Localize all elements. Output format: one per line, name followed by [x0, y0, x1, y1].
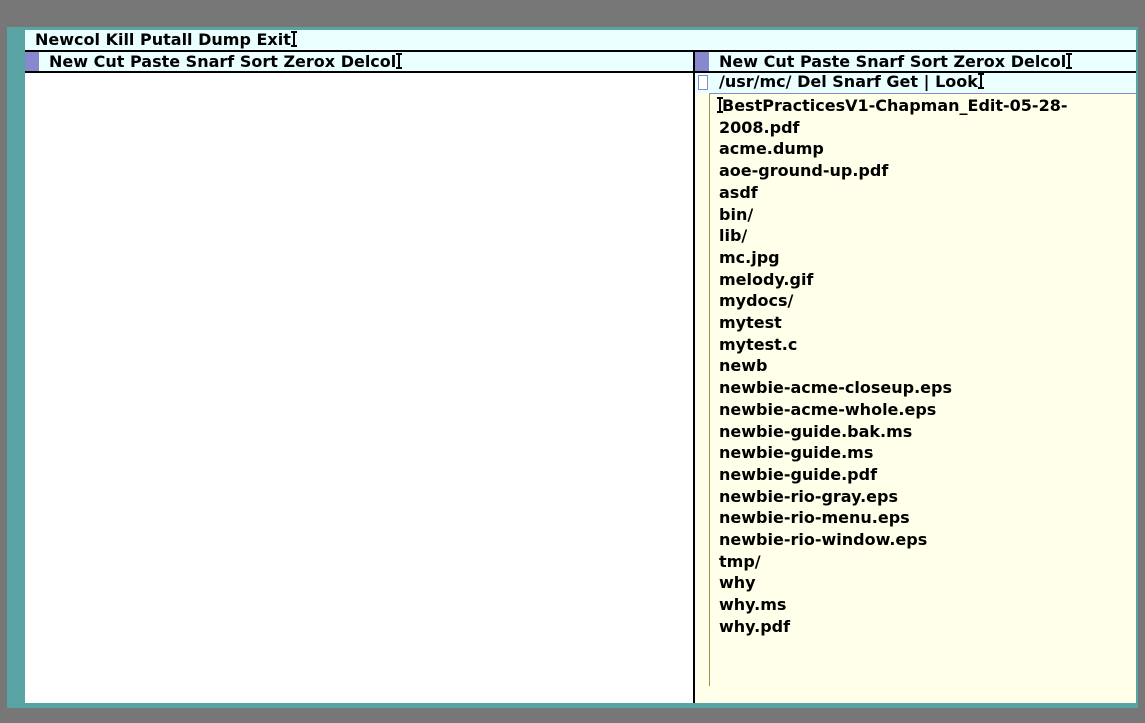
file-entry[interactable]: mytest: [719, 312, 1136, 334]
text-cursor: [290, 31, 297, 47]
file-name[interactable]: aoe-ground-up.pdf: [719, 161, 888, 180]
directory-listing[interactable]: BestPracticesV1-Chapman_Edit-05-28- 2008.…: [710, 94, 1136, 703]
file-entry[interactable]: BestPracticesV1-Chapman_Edit-05-28-: [717, 95, 1136, 117]
window-commands[interactable]: Del Snarf Get | Look: [797, 72, 978, 91]
right-column-tag[interactable]: New Cut Paste Snarf Sort Zerox Delcol: [695, 52, 1136, 73]
file-entry[interactable]: newb: [719, 355, 1136, 377]
win-cmd-pipe[interactable]: |: [924, 72, 930, 91]
left-col-cmd-paste[interactable]: Paste: [130, 52, 180, 71]
window-path[interactable]: /usr/mc/: [719, 72, 792, 91]
file-name[interactable]: acme.dump: [719, 139, 824, 158]
file-name[interactable]: newbie-guide.pdf: [719, 465, 877, 484]
file-name[interactable]: tmp/: [719, 552, 761, 571]
left-column-tag[interactable]: New Cut Paste Snarf Sort Zerox Delcol: [25, 52, 693, 73]
file-entry[interactable]: 2008.pdf: [719, 117, 1136, 139]
column-drag-box[interactable]: [25, 52, 39, 71]
window-layout-box-inner: [698, 75, 708, 90]
scrollbar[interactable]: [695, 94, 709, 703]
file-entry[interactable]: newbie-guide.bak.ms: [719, 421, 1136, 443]
text-cursor: [717, 97, 723, 113]
file-entry[interactable]: newbie-guide.ms: [719, 442, 1136, 464]
file-name[interactable]: newbie-acme-whole.eps: [719, 400, 936, 419]
file-entry[interactable]: acme.dump: [719, 138, 1136, 160]
window-tag[interactable]: /usr/mc/ Del Snarf Get | Look: [709, 73, 1136, 94]
file-name[interactable]: newbie-rio-menu.eps: [719, 508, 910, 527]
file-name[interactable]: mc.jpg: [719, 248, 780, 267]
column-drag-box[interactable]: [695, 52, 709, 71]
file-name[interactable]: why.ms: [719, 595, 786, 614]
left-column-commands[interactable]: New Cut Paste Snarf Sort Zerox Delcol: [49, 52, 396, 71]
win-cmd-del[interactable]: Del: [797, 72, 827, 91]
file-entry[interactable]: newbie-acme-closeup.eps: [719, 377, 1136, 399]
file-entry[interactable]: why.pdf: [719, 616, 1136, 638]
right-col-cmd-delcol[interactable]: Delcol: [1011, 52, 1067, 71]
right-col-cmd-snarf[interactable]: Snarf: [856, 52, 905, 71]
row-cmd-kill[interactable]: Kill: [106, 30, 135, 49]
file-name[interactable]: 2008.pdf: [719, 118, 799, 137]
file-name[interactable]: newbie-acme-closeup.eps: [719, 378, 952, 397]
acme-window-border: Newcol Kill Putall Dump Exit New Cut Pas…: [7, 27, 1138, 708]
file-entry[interactable]: newbie-acme-whole.eps: [719, 399, 1136, 421]
file-name[interactable]: newbie-guide.ms: [719, 443, 873, 462]
file-name[interactable]: lib/: [719, 226, 747, 245]
file-entry[interactable]: bin/: [719, 204, 1136, 226]
file-name[interactable]: BestPracticesV1-Chapman_Edit-05-28-: [722, 96, 1067, 115]
window-layout-box[interactable]: [695, 73, 709, 93]
file-entry[interactable]: why.ms: [719, 594, 1136, 616]
file-entry[interactable]: mc.jpg: [719, 247, 1136, 269]
text-cursor: [1066, 53, 1073, 69]
file-name[interactable]: why.pdf: [719, 617, 790, 636]
file-entry[interactable]: mydocs/: [719, 290, 1136, 312]
left-col-cmd-new[interactable]: New: [49, 52, 88, 71]
file-entry[interactable]: newbie-rio-gray.eps: [719, 486, 1136, 508]
file-name[interactable]: mytest.c: [719, 335, 797, 354]
acme-workspace: Newcol Kill Putall Dump Exit New Cut Pas…: [25, 30, 1136, 703]
text-cursor: [396, 53, 403, 69]
row-cmd-exit[interactable]: Exit: [256, 30, 290, 49]
file-entry[interactable]: newbie-rio-window.eps: [719, 529, 1136, 551]
right-col-cmd-cut[interactable]: Cut: [764, 52, 795, 71]
right-column[interactable]: New Cut Paste Snarf Sort Zerox Delcol /u…: [695, 52, 1136, 703]
file-name[interactable]: why: [719, 573, 756, 592]
left-column[interactable]: New Cut Paste Snarf Sort Zerox Delcol: [25, 52, 693, 703]
right-col-cmd-zerox[interactable]: Zerox: [953, 52, 1005, 71]
file-name[interactable]: asdf: [719, 183, 758, 202]
file-entry[interactable]: tmp/: [719, 551, 1136, 573]
file-name[interactable]: bin/: [719, 205, 753, 224]
row-cmd-dump[interactable]: Dump: [198, 30, 251, 49]
file-entry[interactable]: newbie-guide.pdf: [719, 464, 1136, 486]
win-cmd-get[interactable]: Get: [886, 72, 918, 91]
file-entry[interactable]: asdf: [719, 182, 1136, 204]
row-cmd-putall[interactable]: Putall: [140, 30, 193, 49]
left-col-cmd-cut[interactable]: Cut: [94, 52, 125, 71]
file-entry[interactable]: aoe-ground-up.pdf: [719, 160, 1136, 182]
file-name[interactable]: melody.gif: [719, 270, 813, 289]
row-tag[interactable]: Newcol Kill Putall Dump Exit: [25, 30, 1136, 52]
right-column-commands[interactable]: New Cut Paste Snarf Sort Zerox Delcol: [719, 52, 1066, 71]
file-name[interactable]: newbie-guide.bak.ms: [719, 422, 912, 441]
file-name[interactable]: newbie-rio-window.eps: [719, 530, 927, 549]
win-cmd-look[interactable]: Look: [935, 72, 978, 91]
file-entry[interactable]: lib/: [719, 225, 1136, 247]
file-name[interactable]: mytest: [719, 313, 782, 332]
file-name[interactable]: newb: [719, 356, 767, 375]
file-entry[interactable]: mytest.c: [719, 334, 1136, 356]
file-entry[interactable]: melody.gif: [719, 269, 1136, 291]
right-col-cmd-paste[interactable]: Paste: [800, 52, 850, 71]
win-cmd-snarf[interactable]: Snarf: [832, 72, 881, 91]
file-name[interactable]: mydocs/: [719, 291, 793, 310]
right-col-cmd-sort[interactable]: Sort: [910, 52, 948, 71]
left-col-cmd-snarf[interactable]: Snarf: [186, 52, 235, 71]
file-entry[interactable]: why: [719, 572, 1136, 594]
row-cmd-newcol[interactable]: Newcol: [35, 30, 100, 49]
left-col-cmd-zerox[interactable]: Zerox: [283, 52, 335, 71]
row-tag-commands[interactable]: Newcol Kill Putall Dump Exit: [35, 30, 291, 49]
file-name[interactable]: newbie-rio-gray.eps: [719, 487, 898, 506]
right-col-cmd-new[interactable]: New: [719, 52, 758, 71]
left-col-cmd-sort[interactable]: Sort: [240, 52, 278, 71]
text-cursor: [977, 73, 984, 89]
left-col-cmd-delcol[interactable]: Delcol: [341, 52, 397, 71]
file-entry[interactable]: newbie-rio-menu.eps: [719, 507, 1136, 529]
